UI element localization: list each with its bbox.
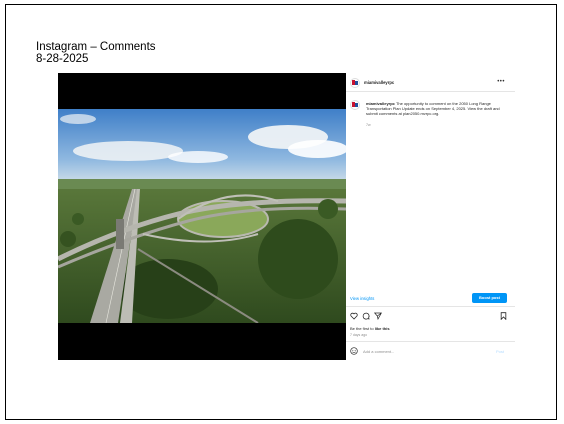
heart-icon[interactable] — [350, 312, 358, 320]
bookmark-icon[interactable] — [500, 312, 507, 320]
comment-icon[interactable] — [362, 312, 370, 320]
profile-avatar[interactable] — [350, 78, 360, 88]
aerial-interchange-photo — [58, 109, 346, 323]
share-icon[interactable] — [374, 312, 382, 320]
post-caption: miamivalleyrpc The opportunity to commen… — [366, 101, 506, 116]
instagram-post: miamivalleyrpc ••• miamivalleyrpc The op… — [58, 73, 515, 360]
view-insights-link[interactable]: View insights — [350, 296, 374, 301]
slide-title: Instagram – Comments 8-28-2025 — [36, 41, 156, 65]
post-image[interactable] — [58, 73, 346, 360]
emoji-icon[interactable] — [350, 347, 358, 355]
logo-mark-blue — [355, 103, 358, 107]
caption-avatar[interactable] — [350, 100, 360, 110]
more-options-icon[interactable]: ••• — [497, 79, 505, 85]
boost-post-button[interactable]: Boost post — [472, 293, 507, 303]
add-comment-input[interactable]: Add a comment... — [363, 349, 394, 354]
caption-time: 7w — [366, 123, 371, 127]
likes-line: Be the first to like this — [350, 326, 390, 331]
actions-divider — [346, 306, 515, 307]
like-this-link[interactable]: like this — [375, 326, 390, 331]
comment-divider — [346, 341, 515, 342]
post-comment-button[interactable]: Post — [496, 349, 504, 354]
post-time-ago: 7 days ago — [350, 333, 368, 337]
slide-title-line1: Instagram – Comments — [36, 41, 156, 53]
slide-title-date: 8-28-2025 — [36, 53, 89, 65]
header-divider — [346, 91, 515, 92]
logo-mark-blue — [355, 81, 358, 85]
likes-text: Be the first to — [350, 326, 375, 331]
post-username[interactable]: miamivalleyrpc — [364, 80, 394, 85]
post-side-panel: miamivalleyrpc ••• miamivalleyrpc The op… — [346, 73, 515, 360]
